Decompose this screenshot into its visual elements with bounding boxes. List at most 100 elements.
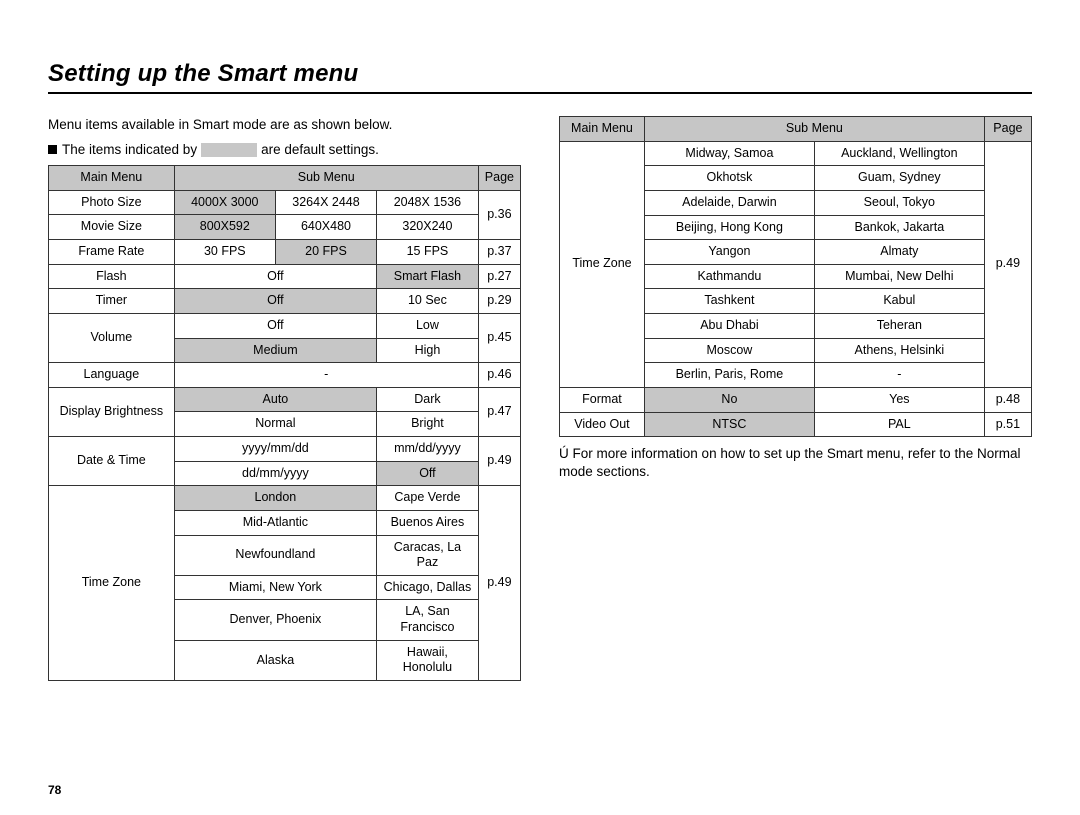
main-frame-rate: Frame Rate <box>49 240 175 265</box>
sub: Dark <box>377 387 479 412</box>
page-ref: p.45 <box>478 313 520 362</box>
sub: Alaska <box>174 640 376 680</box>
left-table: Main Menu Sub Menu Page Photo Size 4000X… <box>48 165 521 681</box>
sub: 30 FPS <box>174 240 275 265</box>
table-header-row: Main Menu Sub Menu Page <box>560 117 1032 142</box>
page-ref: p.29 <box>478 289 520 314</box>
main-time-zone-left: Time Zone <box>49 486 175 681</box>
default-legend: The items indicated by are default setti… <box>48 142 521 157</box>
sub: Midway, Samoa <box>644 141 814 166</box>
sub: Tashkent <box>644 289 814 314</box>
row-format: Format No Yes p.48 <box>560 387 1032 412</box>
page-ref: p.49 <box>984 141 1031 387</box>
page-ref: p.49 <box>478 437 520 486</box>
page-ref: p.48 <box>984 387 1031 412</box>
main-timer: Timer <box>49 289 175 314</box>
main-flash: Flash <box>49 264 175 289</box>
row-timer: Timer Off 10 Sec p.29 <box>49 289 521 314</box>
sub: - <box>174 363 478 388</box>
bullet-square-icon <box>48 145 57 154</box>
sub: Mid-Atlantic <box>174 510 376 535</box>
sub: No <box>644 387 814 412</box>
row-photo-size: Photo Size 4000X 3000 3264X 2448 2048X 1… <box>49 190 521 215</box>
main-movie-size: Movie Size <box>49 215 175 240</box>
sub: Denver, Phoenix <box>174 600 376 640</box>
head-sub: Sub Menu <box>644 117 984 142</box>
left-column: Menu items available in Smart mode are a… <box>48 116 521 681</box>
sub: mm/dd/yyyy <box>377 437 479 462</box>
main-language: Language <box>49 363 175 388</box>
page-ref: p.47 <box>478 387 520 436</box>
sub: Miami, New York <box>174 575 376 600</box>
sub: Bright <box>377 412 479 437</box>
sub: Okhotsk <box>644 166 814 191</box>
main-format: Format <box>560 387 645 412</box>
row-movie-size: Movie Size 800X592 640X480 320X240 <box>49 215 521 240</box>
sub: Newfoundland <box>174 535 376 575</box>
sub: Teheran <box>814 314 984 339</box>
sub: Beijing, Hong Kong <box>644 215 814 240</box>
sub: Cape Verde <box>377 486 479 511</box>
default-swatch-icon <box>201 143 257 157</box>
sub: 3264X 2448 <box>275 190 376 215</box>
sub: yyyy/mm/dd <box>174 437 376 462</box>
right-column: Main Menu Sub Menu Page Time Zone Midway… <box>559 116 1032 482</box>
sub: Off <box>377 461 479 486</box>
title-underline <box>48 92 1032 94</box>
sub: Kathmandu <box>644 264 814 289</box>
row-volume-1: Volume Off Low p.45 <box>49 313 521 338</box>
sub: Chicago, Dallas <box>377 575 479 600</box>
sub: Almaty <box>814 240 984 265</box>
main-date-time: Date & Time <box>49 437 175 486</box>
table-header-row: Main Menu Sub Menu Page <box>49 166 521 191</box>
main-disp-bright: Display Brightness <box>49 387 175 436</box>
sub: Normal <box>174 412 376 437</box>
row-tz-1: Time Zone London Cape Verde p.49 <box>49 486 521 511</box>
sub: Seoul, Tokyo <box>814 190 984 215</box>
head-sub: Sub Menu <box>174 166 478 191</box>
page-number: 78 <box>48 783 61 797</box>
footnote-mark-icon: Ú <box>559 446 569 461</box>
sub: Off <box>174 264 376 289</box>
head-main: Main Menu <box>49 166 175 191</box>
sub: PAL <box>814 412 984 437</box>
sub: 320X240 <box>377 215 479 240</box>
sub: Kabul <box>814 289 984 314</box>
sub: 2048X 1536 <box>377 190 479 215</box>
page-ref: p.49 <box>478 486 520 681</box>
row-video-out: Video Out NTSC PAL p.51 <box>560 412 1032 437</box>
sub: Mumbai, New Delhi <box>814 264 984 289</box>
content-columns: Menu items available in Smart mode are a… <box>48 116 1032 681</box>
page-title: Setting up the Smart menu <box>48 60 1032 88</box>
sub: 800X592 <box>174 215 275 240</box>
sub: London <box>174 486 376 511</box>
head-main: Main Menu <box>560 117 645 142</box>
page-ref: p.36 <box>478 190 520 239</box>
sub: Buenos Aires <box>377 510 479 535</box>
page-ref: p.51 <box>984 412 1031 437</box>
sub: High <box>377 338 479 363</box>
sub: dd/mm/yyyy <box>174 461 376 486</box>
sub: Off <box>174 313 376 338</box>
sub: Yangon <box>644 240 814 265</box>
page-ref: p.46 <box>478 363 520 388</box>
sub: 4000X 3000 <box>174 190 275 215</box>
sub: Abu Dhabi <box>644 314 814 339</box>
page-ref: p.27 <box>478 264 520 289</box>
main-photo-size: Photo Size <box>49 190 175 215</box>
main-video-out: Video Out <box>560 412 645 437</box>
row-flash: Flash Off Smart Flash p.27 <box>49 264 521 289</box>
sub: - <box>814 363 984 388</box>
sub: Guam, Sydney <box>814 166 984 191</box>
legend-post: are default settings. <box>261 142 379 157</box>
sub: Caracas, La Paz <box>377 535 479 575</box>
sub: 640X480 <box>275 215 376 240</box>
sub: Off <box>174 289 376 314</box>
legend-pre: The items indicated by <box>62 142 197 157</box>
sub: Bankok, Jakarta <box>814 215 984 240</box>
right-table: Main Menu Sub Menu Page Time Zone Midway… <box>559 116 1032 437</box>
sub: Auto <box>174 387 376 412</box>
row-language: Language - p.46 <box>49 363 521 388</box>
row-frame-rate: Frame Rate 30 FPS 20 FPS 15 FPS p.37 <box>49 240 521 265</box>
sub: 15 FPS <box>377 240 479 265</box>
